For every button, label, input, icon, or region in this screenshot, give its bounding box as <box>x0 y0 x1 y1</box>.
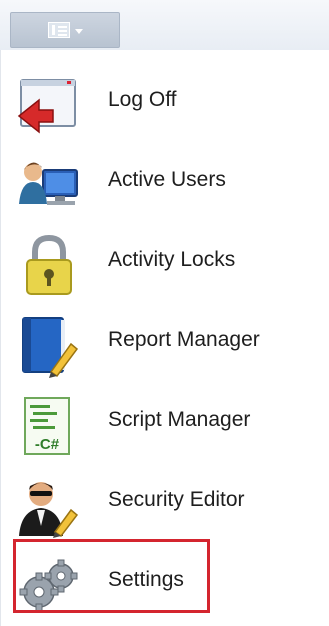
menu-item-label: Active Users <box>108 168 226 191</box>
menu-item-label: Security Editor <box>108 488 245 511</box>
menu-item-active-users[interactable]: Active Users <box>1 140 329 220</box>
menu-item-report-manager[interactable]: Report Manager <box>1 300 329 380</box>
menu-item-activity-locks[interactable]: Activity Locks <box>1 220 329 300</box>
menu-item-label: Report Manager <box>108 328 260 351</box>
padlock-icon <box>26 234 72 295</box>
chevron-down-icon <box>75 29 83 34</box>
menu-item-label: Activity Locks <box>108 248 236 271</box>
active-users-icon <box>19 162 78 205</box>
document-icon <box>48 22 70 38</box>
security-agent-icon <box>19 482 79 538</box>
menu-toolbar <box>0 0 329 50</box>
menu-item-log-off[interactable]: Log Off <box>1 60 329 140</box>
logoff-icon <box>17 79 76 134</box>
dropdown-menu: Log Off Active Users Activity Locks Repo… <box>0 50 329 626</box>
menu-dropdown-button[interactable] <box>10 12 120 48</box>
menu-item-script-manager[interactable]: -C# Script Manager <box>1 380 329 460</box>
menu-item-label: Log Off <box>108 88 177 111</box>
script-csharp-icon: -C# <box>24 397 70 455</box>
menu-item-label: Script Manager <box>108 408 251 431</box>
report-book-icon <box>22 317 79 378</box>
highlight-box <box>13 539 210 613</box>
menu-item-security-editor[interactable]: Security Editor <box>1 460 329 540</box>
svg-text:-C#: -C# <box>35 436 60 453</box>
